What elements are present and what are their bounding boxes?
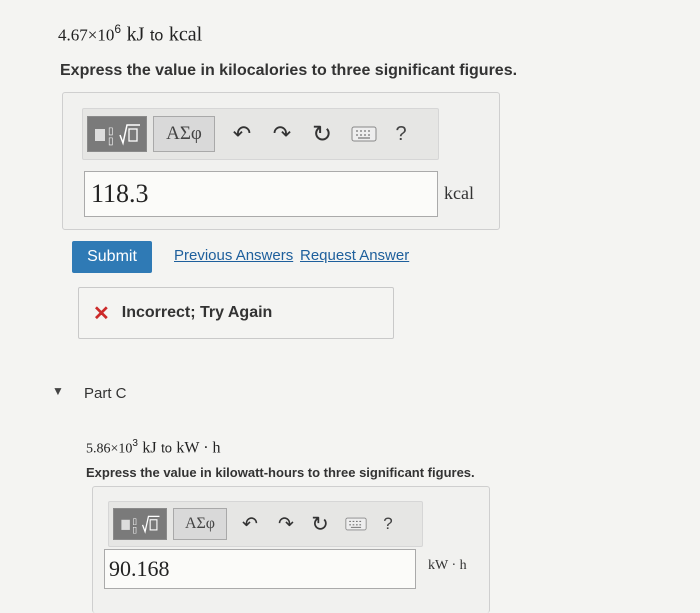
partc-template-button[interactable]: ▯ ▯ (113, 508, 167, 540)
partb-problem-coef: 4.67×10 (58, 25, 115, 45)
partc-undo-icon[interactable]: ↶ (237, 509, 263, 539)
partb-problem: 4.67×106 kJ to kcal (58, 22, 202, 47)
partc-answer-input[interactable]: 90.168 (104, 549, 416, 589)
partc-problem-coef: 5.86×10 (86, 441, 133, 457)
partb-keyboard-icon[interactable] (349, 117, 379, 151)
partb-instruction: Express the value in kilocalories to thr… (60, 62, 518, 79)
partc-collapse-toggle-icon[interactable]: ▼ (52, 384, 64, 398)
partb-symbols-button[interactable]: ΑΣφ (153, 116, 215, 152)
previous-answers-link[interactable]: Previous Answers (174, 247, 293, 264)
feedback-text: Incorrect; Try Again (121, 304, 273, 321)
partb-help-button[interactable]: ? (389, 117, 413, 151)
partc-redo-icon[interactable]: ↷ (273, 509, 299, 539)
partc-problem-to: to (161, 440, 172, 456)
partb-problem-to: to (149, 27, 164, 45)
partc-problem-unit-from: kJ (142, 439, 157, 457)
partc-math-toolbar: ▯ ▯ ΑΣφ ↶ ↷ ↻ ? (108, 501, 423, 547)
partb-reset-icon[interactable]: ↻ (307, 117, 337, 151)
partb-problem-unit-from: kJ (126, 23, 145, 46)
partb-problem-unit-to: kcal (168, 23, 203, 46)
partc-unit-label: kW · h (428, 558, 467, 573)
partc-title: Part C (84, 385, 127, 402)
svg-text:▯: ▯ (132, 524, 137, 534)
partb-math-toolbar: ▯ ▯ ΑΣφ ↶ ↷ ↻ ? (82, 108, 439, 160)
partc-symbols-button[interactable]: ΑΣφ (173, 508, 227, 540)
partb-answer-input[interactable]: 118.3 (84, 171, 438, 217)
partc-reset-icon[interactable]: ↻ (307, 509, 333, 539)
partc-problem-unit-to: kW · h (176, 439, 221, 457)
partc-keyboard-icon[interactable] (343, 509, 369, 539)
partb-template-button[interactable]: ▯ ▯ (87, 116, 147, 152)
feedback-box: ✕ Incorrect; Try Again (78, 287, 394, 339)
partb-problem-exp: 6 (114, 22, 122, 36)
svg-text:▯: ▯ (108, 136, 114, 147)
partb-unit-label: kcal (444, 183, 474, 203)
partb-undo-icon[interactable]: ↶ (227, 117, 257, 151)
incorrect-icon: ✕ (93, 302, 110, 325)
partb-redo-icon[interactable]: ↷ (267, 117, 297, 151)
partc-instruction: Express the value in kilowatt-hours to t… (86, 465, 475, 480)
submit-button[interactable]: Submit (72, 241, 152, 273)
partc-problem-exp: 3 (132, 438, 138, 449)
partc-problem: 5.86×103 kJ to kW · h (86, 438, 221, 457)
template-icon: ▯ ▯ (121, 515, 160, 534)
template-icon: ▯ ▯ (95, 124, 140, 147)
request-answer-link[interactable]: Request Answer (300, 247, 409, 264)
partc-help-button[interactable]: ? (377, 509, 399, 539)
